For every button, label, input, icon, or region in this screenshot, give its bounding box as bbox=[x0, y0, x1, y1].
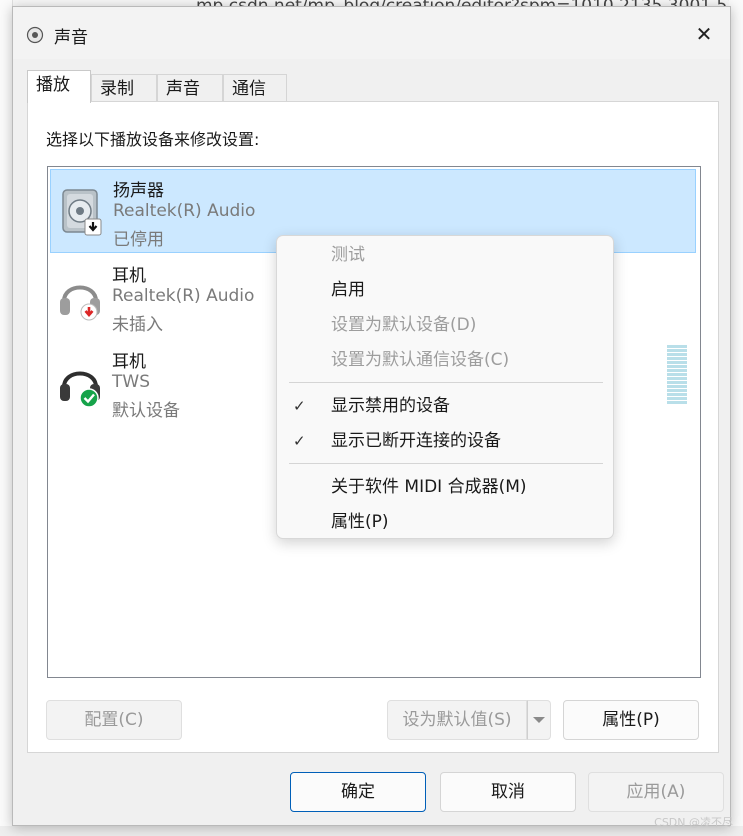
device-driver: Realtek(R) Audio bbox=[112, 286, 255, 306]
instruction-text: 选择以下播放设备来修改设置: bbox=[46, 130, 260, 149]
device-status: 未插入 bbox=[112, 315, 163, 335]
context-menu: 测试 启用 设置为默认设备(D) 设置为默认通信设备(C) ✓ 显示禁用的设备 ✓… bbox=[276, 235, 614, 539]
menu-item-test[interactable]: 测试 bbox=[277, 238, 613, 272]
speaker-icon bbox=[62, 189, 102, 236]
disabled-arrow-badge bbox=[84, 218, 102, 236]
menu-item-set-default-comm[interactable]: 设置为默认通信设备(C) bbox=[277, 343, 613, 377]
tab-recording[interactable]: 录制 bbox=[91, 74, 157, 102]
chevron-down-icon bbox=[533, 717, 545, 723]
window-title: 声音 bbox=[54, 28, 88, 48]
headphones-icon bbox=[60, 285, 100, 321]
device-status: 默认设备 bbox=[112, 401, 180, 421]
menu-separator bbox=[289, 463, 603, 464]
watermark-text: CSDN @凌不尽 bbox=[654, 816, 733, 829]
checkmark-icon: ✓ bbox=[293, 432, 306, 450]
headphones-icon bbox=[60, 371, 100, 408]
browser-bottom-edge bbox=[0, 826, 743, 836]
browser-right-edge bbox=[729, 0, 743, 836]
ok-button[interactable]: 确定 bbox=[290, 772, 426, 812]
tab-playback[interactable]: 播放 bbox=[27, 70, 91, 103]
close-button[interactable]: ✕ bbox=[684, 17, 724, 51]
title-bar[interactable]: 声音 ✕ bbox=[13, 7, 730, 59]
menu-item-set-default[interactable]: 设置为默认设备(D) bbox=[277, 308, 613, 342]
tab-sounds[interactable]: 声音 bbox=[157, 74, 223, 102]
checkmark-icon: ✓ bbox=[293, 397, 306, 415]
menu-item-midi-synth[interactable]: 关于软件 MIDI 合成器(M) bbox=[277, 470, 613, 504]
properties-button[interactable]: 属性(P) bbox=[563, 700, 699, 740]
device-driver: TWS bbox=[112, 372, 150, 392]
device-name: 耳机 bbox=[112, 266, 146, 286]
speaker-app-icon bbox=[26, 26, 44, 44]
menu-item-properties[interactable]: 属性(P) bbox=[277, 505, 613, 539]
device-status: 已停用 bbox=[113, 230, 164, 250]
device-driver: Realtek(R) Audio bbox=[113, 201, 256, 221]
cancel-button[interactable]: 取消 bbox=[440, 772, 576, 812]
set-default-button[interactable]: 设为默认值(S) bbox=[387, 700, 527, 740]
menu-item-show-disabled[interactable]: ✓ 显示禁用的设备 bbox=[277, 389, 613, 423]
volume-level-meter bbox=[667, 345, 687, 405]
menu-item-enable[interactable]: 启用 bbox=[277, 273, 613, 307]
device-name: 扬声器 bbox=[113, 181, 164, 201]
menu-separator bbox=[289, 382, 603, 383]
tab-communications[interactable]: 通信 bbox=[223, 74, 287, 102]
apply-button[interactable]: 应用(A) bbox=[588, 772, 724, 812]
menu-item-show-disconnected[interactable]: ✓ 显示已断开连接的设备 bbox=[277, 424, 613, 458]
unplugged-badge bbox=[80, 303, 98, 321]
set-default-dropdown[interactable] bbox=[527, 700, 551, 740]
default-check-badge bbox=[79, 388, 99, 408]
configure-button[interactable]: 配置(C) bbox=[46, 700, 182, 740]
device-name: 耳机 bbox=[112, 352, 146, 372]
